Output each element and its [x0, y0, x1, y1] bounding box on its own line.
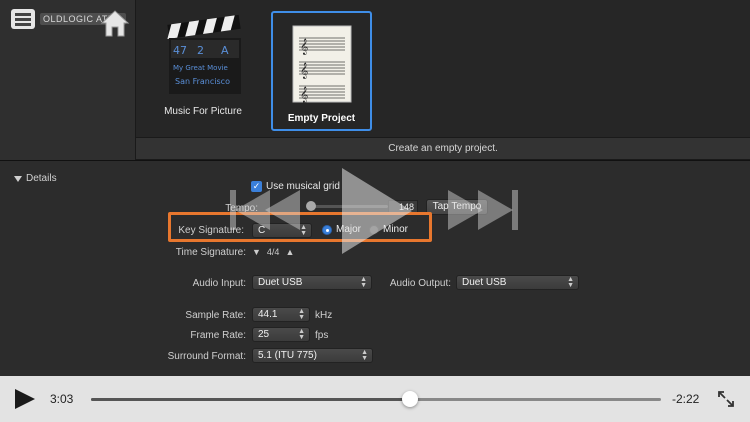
frame-rate-value: 25 — [258, 329, 270, 340]
sample-rate-unit: kHz — [315, 310, 333, 321]
clapper-take: 2 — [197, 44, 204, 57]
updown-arrows-icon: ▲ ▼ — [567, 276, 574, 289]
details-panel: Details ✓ Use musical grid Tempo: 148 Ta… — [0, 161, 750, 376]
play-icon[interactable] — [12, 387, 38, 411]
time-signature-value: 4/4 — [266, 247, 280, 257]
scrubber-knob[interactable] — [402, 391, 419, 407]
svg-text:𝄞: 𝄞 — [300, 63, 308, 79]
tempo-slider[interactable] — [308, 205, 388, 208]
stepper-up-icon[interactable]: ▲ — [285, 247, 294, 257]
frame-rate-popup[interactable]: 25 ▲ ▼ — [252, 327, 310, 342]
tile-label: Music For Picture — [164, 106, 242, 117]
audio-input-label: Audio Input: — [192, 278, 246, 289]
updown-arrows-icon: ▲ ▼ — [298, 328, 305, 341]
video-player-bar: 3:03 -2:22 — [0, 376, 750, 422]
clapper-title: My Great Movie — [173, 64, 228, 72]
tile-music-for-picture[interactable]: 47 2 A My Great Movie San Francisco Musi… — [154, 12, 252, 126]
tile-label: Empty Project — [287, 113, 356, 124]
audio-input-value: Duet USB — [258, 277, 303, 288]
audio-input-popup[interactable]: Duet USB ▲ ▼ — [252, 275, 372, 290]
sample-rate-label: Sample Rate: — [185, 310, 246, 321]
svg-text:𝄞: 𝄞 — [300, 87, 308, 103]
audio-output-popup[interactable]: Duet USB ▲ ▼ — [456, 275, 579, 290]
clapperboard-icon: 47 2 A My Great Movie San Francisco — [160, 12, 246, 98]
clapper-roll: A — [221, 44, 229, 57]
details-heading: Details — [26, 173, 57, 184]
surround-format-label: Surround Format: — [167, 351, 246, 362]
updown-arrows-icon: ▲ ▼ — [361, 349, 368, 362]
current-time: 3:03 — [50, 392, 74, 406]
time-signature-stepper[interactable]: ▼ 4/4 ▲ — [252, 245, 308, 259]
tile-empty-project[interactable]: 𝄞 𝄞 𝄞 Empty Project — [271, 11, 372, 131]
updown-arrows-icon: ▲ ▼ — [360, 276, 367, 289]
remaining-time: -2:22 — [672, 392, 700, 406]
audio-output-label: Audio Output: — [389, 278, 451, 289]
frame-rate-label: Frame Rate: — [190, 330, 246, 341]
svg-text:𝄞: 𝄞 — [300, 39, 308, 55]
frame-rate-unit: fps — [315, 330, 329, 341]
scrubber-track[interactable] — [91, 398, 661, 401]
stepper-down-icon[interactable]: ▼ — [252, 247, 261, 257]
menu-list-icon — [11, 9, 35, 29]
template-description: Create an empty project. — [136, 137, 750, 160]
tap-tempo-button[interactable]: Tap Tempo — [426, 199, 488, 215]
time-signature-label: Time Signature: — [175, 247, 246, 258]
clapper-scene: 47 — [173, 44, 187, 57]
use-musical-grid-label: Use musical grid — [266, 181, 340, 192]
sample-rate-value: 44.1 — [258, 309, 278, 320]
tempo-slider-knob[interactable] — [306, 201, 316, 211]
sheet-music-icon: 𝄞 𝄞 𝄞 — [279, 21, 365, 107]
audio-output-value: Duet USB — [462, 277, 507, 288]
fullscreen-icon[interactable] — [716, 389, 736, 409]
home-icon[interactable] — [98, 6, 132, 40]
use-musical-grid-checkbox[interactable]: ✓ — [251, 181, 262, 192]
scrubber-progress — [91, 398, 411, 401]
key-signature-highlight — [168, 212, 432, 242]
details-disclosure[interactable]: Details — [14, 173, 57, 184]
disclosure-triangle-icon — [14, 175, 22, 182]
clapper-subtitle: San Francisco — [175, 77, 230, 86]
sample-rate-popup[interactable]: 44.1 ▲ ▼ — [252, 307, 310, 322]
surround-format-value: 5.1 (ITU 775) — [258, 350, 317, 361]
updown-arrows-icon: ▲ ▼ — [298, 308, 305, 321]
surround-format-popup[interactable]: 5.1 (ITU 775) ▲ ▼ — [252, 348, 373, 363]
